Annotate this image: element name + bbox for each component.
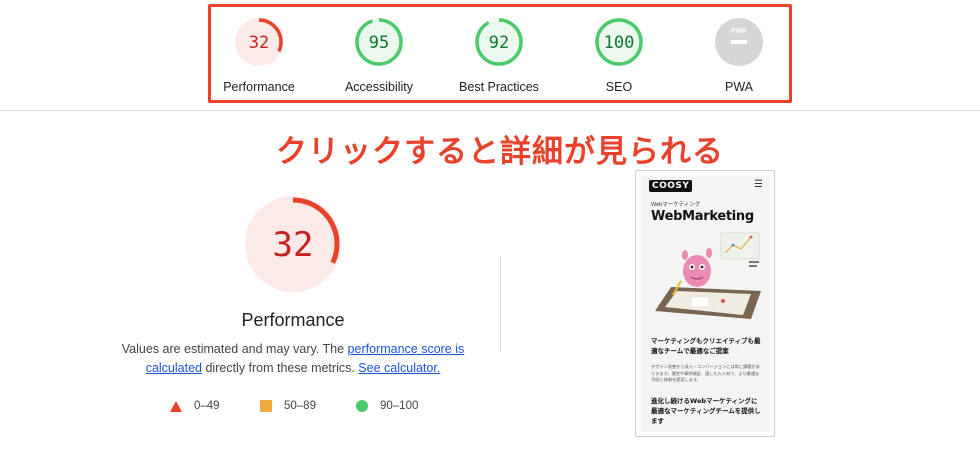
desc-text: Values are estimated and may vary. The: [121, 342, 348, 356]
legend-range: 50–89: [284, 400, 316, 412]
square-icon: [260, 400, 272, 412]
legend-pass: 90–100: [356, 400, 418, 412]
preview-small-title: Webマーケティング: [651, 202, 701, 208]
triangle-icon: [170, 400, 182, 412]
see-calculator-link[interactable]: See calculator.: [358, 361, 440, 375]
menu-icon: ☰: [754, 179, 763, 190]
legend-range: 0–49: [194, 400, 220, 412]
performance-detail: 32 Performance Values are estimated and …: [100, 190, 486, 460]
annotation-heading: クリックすると詳細が見られる: [276, 134, 724, 170]
highlight-box: [208, 4, 792, 103]
legend-fail: 0–49: [170, 400, 220, 412]
performance-description: Values are estimated and may vary. The p…: [100, 340, 486, 378]
performance-gauge[interactable]: 32: [243, 194, 343, 294]
preview-heading-1: マーケティングもクリエイティブも最適なチームで最適なご提案: [651, 337, 761, 355]
preview-big-title: WebMarketing: [651, 209, 754, 224]
legend-range: 90–100: [380, 400, 419, 412]
page-screenshot-preview[interactable]: COOSY ☰ Webマーケティング WebMarketing マーケティングも…: [635, 170, 775, 437]
legend-average: 50–89: [260, 400, 316, 412]
performance-score: 32: [273, 225, 314, 265]
preview-body-text: デザイン改善から流入・コンバージョンには常に課題がありきます。運営や事例検証、適…: [651, 364, 760, 382]
desc-text: directly from these metrics.: [202, 361, 359, 375]
performance-title: Performance: [241, 310, 345, 330]
divider: [500, 256, 501, 352]
preview-illustration: [655, 232, 761, 319]
circle-icon: [356, 400, 368, 412]
preview-logo: COOSY: [649, 180, 693, 192]
preview-content: COOSY ☰ Webマーケティング WebMarketing マーケティングも…: [641, 176, 769, 432]
score-summary-bar: 32 Performance 95 Accessibility 92 Best …: [0, 0, 980, 111]
preview-heading-2: 進化し続けるWebマーケティングに最適なマーケティングチームを提供します: [651, 397, 761, 425]
score-legend: 0–49 50–89 90–100: [160, 400, 500, 420]
